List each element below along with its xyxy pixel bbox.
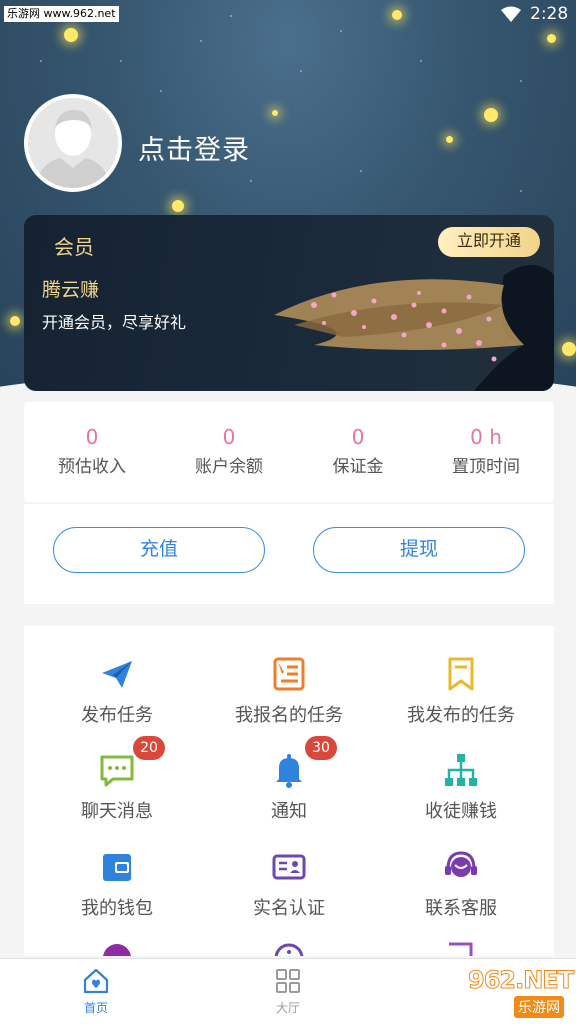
glow-dot bbox=[10, 316, 20, 326]
unread-badge: 30 bbox=[305, 736, 337, 760]
home-icon bbox=[83, 968, 109, 994]
stat-value: 0 bbox=[222, 425, 236, 449]
default-avatar-icon bbox=[28, 98, 118, 188]
status-bar: 乐游网 www.962.net 2:28 bbox=[0, 0, 576, 30]
glow-dot bbox=[484, 108, 498, 122]
stat-label: 预估收入 bbox=[58, 457, 126, 477]
unread-badge: 20 bbox=[133, 736, 165, 760]
stat-estimated-income[interactable]: 0 预估收入 bbox=[26, 424, 158, 480]
flag-icon[interactable] bbox=[445, 942, 477, 956]
bell-icon bbox=[276, 754, 302, 788]
grid-item-real-name-verify[interactable]: 实名认证 bbox=[201, 829, 377, 925]
status-time: 2:28 bbox=[530, 4, 569, 24]
grid-item-customer-service[interactable]: 联系客服 bbox=[373, 829, 549, 925]
watermark-logo-text: 962.NET bbox=[467, 966, 574, 995]
id-card-icon bbox=[272, 854, 306, 880]
stat-value: 0 bbox=[351, 425, 365, 449]
paper-plane-icon bbox=[102, 661, 132, 688]
grid-item-label: 聊天消息 bbox=[81, 801, 153, 822]
bookmark-icon bbox=[448, 657, 474, 691]
grid-item-chat-messages[interactable]: 20 聊天消息 bbox=[29, 732, 205, 828]
flower-silhouette-art bbox=[274, 265, 554, 391]
grid-item-notifications[interactable]: 30 通知 bbox=[201, 732, 377, 828]
stat-deposit[interactable]: 0 保证金 bbox=[292, 424, 424, 480]
stat-pin-time[interactable]: 0 h 置顶时间 bbox=[420, 424, 552, 480]
stat-label: 账户余额 bbox=[195, 457, 263, 477]
vip-card[interactable]: 会员 立即开通 腾云赚 开通会员，尽享好礼 bbox=[24, 215, 554, 391]
tab-hall[interactable]: 大厅 bbox=[248, 967, 328, 1016]
stat-account-balance[interactable]: 0 账户余额 bbox=[163, 424, 295, 480]
stat-label: 置顶时间 bbox=[452, 457, 520, 477]
vip-title: 会员 bbox=[54, 235, 94, 259]
grid-item-label: 我的钱包 bbox=[81, 898, 153, 919]
stat-value: 0 h bbox=[470, 425, 502, 449]
site-logo-watermark: 962.NET 乐游网 bbox=[467, 966, 575, 1020]
vip-description: 开通会员，尽享好礼 bbox=[42, 313, 187, 332]
headset-icon bbox=[445, 851, 477, 877]
grid-item-label: 通知 bbox=[271, 801, 307, 822]
glow-dot bbox=[562, 342, 576, 356]
grid-item-label: 收徒赚钱 bbox=[425, 801, 497, 822]
glow-dot bbox=[64, 28, 78, 42]
wifi-icon bbox=[501, 6, 521, 22]
help-icon[interactable] bbox=[101, 942, 133, 956]
vip-name: 腾云赚 bbox=[42, 279, 100, 301]
site-watermark: 乐游网 www.962.net bbox=[4, 6, 119, 22]
glow-dot bbox=[172, 200, 184, 212]
chat-icon bbox=[100, 755, 134, 787]
grid-item-label: 我发布的任务 bbox=[407, 705, 515, 726]
feature-grid: 发布任务 我报名的任务 我发布的任务 20 聊天消息 30 通知 收徒赚钱 我的… bbox=[24, 626, 554, 956]
tab-home[interactable]: 首页 bbox=[56, 967, 136, 1016]
grid-item-my-published-tasks[interactable]: 我发布的任务 bbox=[373, 636, 549, 732]
recharge-button[interactable]: 充值 bbox=[53, 527, 265, 573]
glow-dot bbox=[272, 110, 278, 116]
grid-item-my-applied-tasks[interactable]: 我报名的任务 bbox=[201, 636, 377, 732]
wallet-icon bbox=[103, 854, 131, 881]
login-link[interactable]: 点击登录 bbox=[138, 128, 250, 167]
avatar[interactable] bbox=[24, 94, 122, 192]
grid-item-publish-task[interactable]: 发布任务 bbox=[29, 636, 205, 732]
stats-panel: 0 预估收入 0 账户余额 0 保证金 0 h 置顶时间 bbox=[24, 402, 554, 502]
edit-note-icon bbox=[273, 657, 305, 691]
grid-item-label: 联系客服 bbox=[425, 898, 497, 919]
grid-item-label: 我报名的任务 bbox=[235, 705, 343, 726]
glow-dot bbox=[547, 34, 556, 43]
open-vip-button[interactable]: 立即开通 bbox=[438, 227, 540, 257]
glow-dot bbox=[446, 136, 453, 143]
stat-label: 保证金 bbox=[332, 457, 384, 477]
info-icon[interactable] bbox=[273, 942, 305, 956]
grid-item-label: 发布任务 bbox=[81, 705, 153, 726]
watermark-logo-subtext: 乐游网 bbox=[514, 996, 564, 1018]
wallet-actions: 充值 提现 bbox=[24, 504, 554, 604]
grid-item-label: 实名认证 bbox=[253, 898, 325, 919]
grid-item-my-wallet[interactable]: 我的钱包 bbox=[29, 829, 205, 925]
tab-label: 首页 bbox=[83, 1001, 108, 1015]
stat-value: 0 bbox=[85, 425, 99, 449]
withdraw-button[interactable]: 提现 bbox=[313, 527, 525, 573]
grid-icon bbox=[276, 969, 300, 993]
grid-item-recruit-earn[interactable]: 收徒赚钱 bbox=[373, 732, 549, 828]
org-chart-icon bbox=[445, 754, 477, 786]
tab-label: 大厅 bbox=[275, 1001, 300, 1015]
